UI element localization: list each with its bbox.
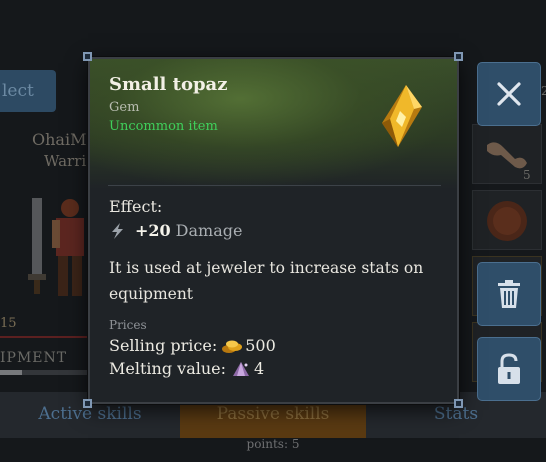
item-rarity: Uncommon item bbox=[109, 119, 218, 134]
frame-corner bbox=[83, 399, 92, 408]
slot-counter: 5 bbox=[523, 168, 531, 182]
item-type: Gem bbox=[109, 100, 140, 115]
trash-icon bbox=[498, 280, 520, 308]
shield-icon bbox=[487, 201, 527, 241]
prices-label: Prices bbox=[109, 318, 147, 332]
delete-button[interactable] bbox=[477, 262, 541, 326]
inventory-slot[interactable] bbox=[472, 124, 542, 184]
selling-price-label: Selling price: bbox=[109, 336, 218, 355]
effect-label: Effect: bbox=[109, 197, 163, 216]
inventory-slot[interactable] bbox=[472, 190, 542, 250]
lightning-icon bbox=[112, 222, 123, 239]
gold-coins-icon bbox=[222, 340, 243, 353]
right-counter: 2 bbox=[541, 84, 546, 98]
melting-value: 4 bbox=[254, 359, 265, 378]
melting-value-row: Melting value: 4 bbox=[109, 359, 264, 378]
effect-value: +20 bbox=[135, 221, 171, 240]
bone-icon bbox=[487, 142, 527, 169]
skill-points: points: 5 bbox=[246, 437, 300, 451]
health-line bbox=[0, 336, 88, 338]
topaz-gem-icon bbox=[382, 85, 422, 147]
close-icon bbox=[497, 82, 521, 106]
frame-corner bbox=[83, 52, 92, 61]
essence-icon bbox=[233, 361, 250, 376]
effect-row: +20 Damage bbox=[109, 221, 242, 240]
unlock-icon bbox=[498, 353, 520, 384]
tooltip-divider bbox=[108, 185, 441, 186]
character-name: OhaiM bbox=[32, 130, 87, 149]
item-name: Small topaz bbox=[109, 74, 228, 95]
item-description: It is used at jeweler to increase stats … bbox=[109, 259, 424, 303]
character-class: Warri bbox=[44, 152, 87, 170]
item-tooltip: Small topaz Gem Uncommon item Effect: +2… bbox=[88, 57, 459, 404]
equipment-label: IPMENT bbox=[0, 350, 68, 366]
select-button[interactable]: lect bbox=[0, 70, 56, 112]
equipment-progress-bar bbox=[0, 370, 88, 375]
hero-sprite bbox=[28, 198, 84, 296]
close-button[interactable] bbox=[477, 62, 541, 126]
selling-price-value: 500 bbox=[245, 336, 276, 355]
lock-toggle-button[interactable] bbox=[477, 337, 541, 401]
effect-stat: Damage bbox=[175, 221, 243, 240]
character-level: 15 bbox=[0, 316, 17, 331]
frame-corner bbox=[454, 52, 463, 61]
selling-price-row: Selling price: 500 bbox=[109, 336, 276, 355]
melting-value-label: Melting value: bbox=[109, 359, 227, 378]
frame-corner bbox=[454, 399, 463, 408]
